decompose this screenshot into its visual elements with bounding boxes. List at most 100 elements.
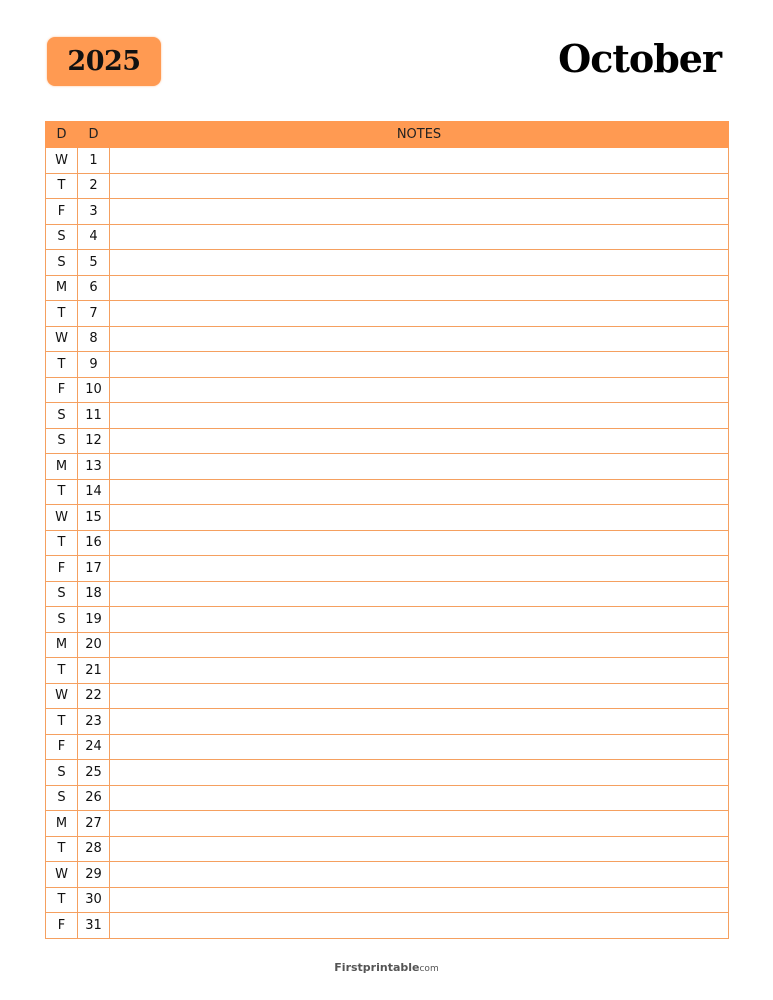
notes-cell[interactable]	[109, 759, 729, 786]
footer-brand: Firstprintablecom	[0, 961, 773, 974]
date-cell: 4	[77, 223, 110, 250]
notes-cell[interactable]	[109, 555, 729, 582]
notes-cell[interactable]	[109, 631, 729, 658]
table-row: T 23	[45, 708, 729, 735]
day-cell: S	[45, 784, 78, 811]
day-cell: W	[45, 682, 78, 709]
date-cell: 21	[77, 657, 110, 684]
notes-cell[interactable]	[109, 325, 729, 352]
table-row: W 15	[45, 504, 729, 531]
notes-cell[interactable]	[109, 453, 729, 480]
notes-cell[interactable]	[109, 376, 729, 403]
day-cell: S	[45, 580, 78, 607]
year-label: 2025	[67, 46, 141, 77]
date-cell: 7	[77, 300, 110, 327]
table-row: T 16	[45, 529, 729, 556]
notes-cell[interactable]	[109, 172, 729, 199]
day-cell: T	[45, 172, 78, 199]
date-cell: 29	[77, 861, 110, 888]
date-cell: 3	[77, 198, 110, 225]
notes-cell[interactable]	[109, 249, 729, 276]
day-cell: S	[45, 249, 78, 276]
table-row: W 29	[45, 861, 729, 888]
table-row: S 19	[45, 606, 729, 633]
table-row: M 27	[45, 810, 729, 837]
notes-cell[interactable]	[109, 147, 729, 174]
date-cell: 2	[77, 172, 110, 199]
day-cell: S	[45, 759, 78, 786]
day-cell: M	[45, 631, 78, 658]
day-cell: T	[45, 478, 78, 505]
table-row: M6	[45, 274, 729, 301]
notes-cell[interactable]	[109, 784, 729, 811]
table-row: S4	[45, 223, 729, 250]
date-cell: 13	[77, 453, 110, 480]
table-row: T 28	[45, 835, 729, 862]
day-cell: S	[45, 427, 78, 454]
date-cell: 6	[77, 274, 110, 301]
date-cell: 17	[77, 555, 110, 582]
notes-cell[interactable]	[109, 529, 729, 556]
day-cell: F	[45, 376, 78, 403]
notes-cell[interactable]	[109, 682, 729, 709]
table-row: F 10	[45, 376, 729, 403]
table-row: W1	[45, 147, 729, 174]
date-cell: 14	[77, 478, 110, 505]
day-cell: T	[45, 351, 78, 378]
notes-cell[interactable]	[109, 198, 729, 225]
notes-cell[interactable]	[109, 708, 729, 735]
table-row: S 18	[45, 580, 729, 607]
header-date: D	[77, 121, 110, 148]
month-title: October	[558, 36, 722, 81]
notes-cell[interactable]	[109, 657, 729, 684]
monthly-notes-table: D D NOTES W 1 T 2 F 3 S 4 S 5 M 6 T 7 W 8 T 9 F 10 S 11 S 12 M 13…	[45, 121, 729, 939]
day-cell: S	[45, 402, 78, 429]
table-row: S 25	[45, 759, 729, 786]
notes-cell[interactable]	[109, 427, 729, 454]
notes-cell[interactable]	[109, 886, 729, 913]
table-row: M 20	[45, 631, 729, 658]
date-cell: 9	[77, 351, 110, 378]
table-row: F 31	[45, 912, 729, 939]
day-cell: M	[45, 274, 78, 301]
table-header-row: D D NOTES	[45, 121, 729, 148]
notes-cell[interactable]	[109, 606, 729, 633]
notes-cell[interactable]	[109, 733, 729, 760]
notes-cell[interactable]	[109, 478, 729, 505]
day-cell: F	[45, 733, 78, 760]
table-row: S 11	[45, 402, 729, 429]
date-cell: 28	[77, 835, 110, 862]
table-row: M 13	[45, 453, 729, 480]
notes-cell[interactable]	[109, 351, 729, 378]
day-cell: T	[45, 708, 78, 735]
date-cell: 27	[77, 810, 110, 837]
date-cell: 12	[77, 427, 110, 454]
header-day: D	[45, 121, 78, 148]
date-cell: 26	[77, 784, 110, 811]
table-row: T7	[45, 300, 729, 327]
notes-cell[interactable]	[109, 223, 729, 250]
notes-cell[interactable]	[109, 504, 729, 531]
notes-cell[interactable]	[109, 402, 729, 429]
notes-cell[interactable]	[109, 835, 729, 862]
date-cell: 24	[77, 733, 110, 760]
table-row: W8	[45, 325, 729, 352]
notes-cell[interactable]	[109, 810, 729, 837]
notes-cell[interactable]	[109, 580, 729, 607]
date-cell: 10	[77, 376, 110, 403]
day-cell: T	[45, 657, 78, 684]
date-cell: 25	[77, 759, 110, 786]
table-row: T2	[45, 172, 729, 199]
notes-cell[interactable]	[109, 912, 729, 939]
day-cell: F	[45, 912, 78, 939]
notes-cell[interactable]	[109, 300, 729, 327]
notes-cell[interactable]	[109, 861, 729, 888]
day-cell: F	[45, 198, 78, 225]
day-cell: T	[45, 886, 78, 913]
day-cell: S	[45, 606, 78, 633]
day-cell: W	[45, 325, 78, 352]
date-cell: 30	[77, 886, 110, 913]
date-cell: 16	[77, 529, 110, 556]
date-cell: 23	[77, 708, 110, 735]
notes-cell[interactable]	[109, 274, 729, 301]
